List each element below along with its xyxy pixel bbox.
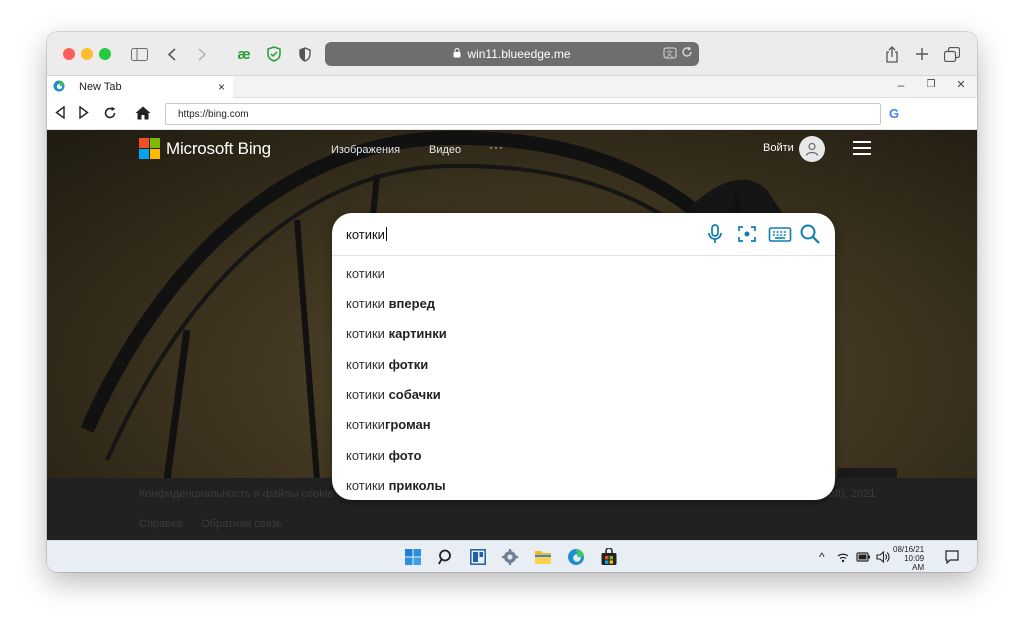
file-explorer-icon[interactable] (533, 547, 553, 567)
svg-text:文: 文 (666, 49, 673, 58)
nav-images-link[interactable]: Изображения (331, 144, 400, 156)
tabs-overview-icon[interactable] (943, 42, 961, 66)
search-box: котики котики котики вперед котики карти… (332, 213, 835, 500)
close-window-button[interactable] (63, 48, 75, 60)
suggestion-item[interactable]: котики вперед (346, 296, 435, 311)
copyright-text: oft), 2021 (829, 488, 876, 500)
volume-icon[interactable] (876, 550, 890, 566)
nav-row: https://bing.com G (47, 98, 977, 130)
suggestion-item[interactable]: котики (346, 266, 385, 281)
suggestion-item[interactable]: котики фотки (346, 357, 428, 372)
help-link[interactable]: Справка (139, 518, 182, 530)
privacy-link[interactable]: Конфиденциальность и файлы cookie (139, 488, 333, 500)
tab-close-icon[interactable]: × (218, 80, 225, 94)
avatar[interactable] (799, 136, 825, 162)
translate-icon[interactable]: 文 (663, 46, 677, 63)
notifications-icon[interactable] (945, 550, 959, 567)
suggestion-item[interactable]: котики приколы (346, 478, 446, 493)
tab-new-tab[interactable]: New Tab × (47, 76, 233, 98)
taskbar-search-icon[interactable] (436, 547, 456, 567)
bing-logo[interactable]: Microsoft Bing (139, 138, 271, 159)
tab-strip: New Tab × – ❐ ✕ (47, 76, 977, 98)
clock-ampm: AM (912, 563, 925, 572)
restore-icon[interactable]: ❐ (921, 79, 941, 90)
hamburger-menu-icon[interactable] (853, 141, 871, 159)
store-icon[interactable] (599, 547, 619, 567)
visual-search-icon[interactable] (736, 223, 758, 250)
feedback-link[interactable]: Обратная связь (201, 518, 282, 530)
search-divider (332, 255, 835, 256)
search-input[interactable]: котики (346, 227, 387, 242)
battery-icon[interactable] (855, 551, 871, 566)
address-bar[interactable]: win11.blueedge.me 文 (325, 42, 699, 66)
edge-icon (53, 80, 65, 95)
microsoft-logo-icon (139, 138, 160, 159)
suggestion-item[interactable]: котики фото (346, 448, 422, 463)
refresh-icon[interactable] (103, 106, 117, 120)
address-text: win11.blueedge.me (467, 47, 571, 61)
safari-toolbar: æ win11.blueedge.me 文 (47, 32, 977, 76)
safari-window: æ win11.blueedge.me 文 New Tab × – ❐ ✕ ht… (47, 32, 977, 572)
privacy-shield-icon[interactable] (297, 42, 313, 66)
forward-icon[interactable] (195, 42, 209, 66)
nav-more-icon[interactable]: ··· (489, 140, 504, 154)
sidebar-icon[interactable] (129, 42, 149, 66)
network-icon[interactable] (837, 551, 849, 566)
windows-taskbar: ^ 08/16/21 10:09 AM (47, 540, 977, 572)
back-icon[interactable] (165, 42, 179, 66)
tray-overflow-icon[interactable]: ^ (819, 550, 825, 564)
tab-title: New Tab (79, 81, 122, 93)
logo-text: Microsoft Bing (166, 138, 271, 158)
bing-page: Microsoft Bing Изображения Видео ··· Вой… (47, 130, 977, 540)
lock-icon (453, 47, 461, 61)
minimize-icon[interactable]: – (891, 78, 911, 92)
suggestion-item[interactable]: котики собачки (346, 387, 441, 402)
clock[interactable]: 08/16/21 10:09 AM (893, 545, 924, 572)
signin-link[interactable]: Войти (763, 142, 794, 154)
reload-icon[interactable] (681, 46, 693, 61)
close-icon[interactable]: ✕ (951, 78, 971, 91)
keyboard-icon[interactable] (768, 223, 792, 250)
suggestion-item[interactable]: котикигроман (346, 417, 431, 432)
forward-triangle-icon[interactable] (79, 106, 89, 119)
minimize-window-button[interactable] (81, 48, 93, 60)
url-field[interactable]: https://bing.com (165, 103, 881, 125)
settings-icon[interactable] (500, 547, 520, 567)
url-text: https://bing.com (178, 108, 249, 120)
new-tab-icon[interactable] (913, 42, 931, 66)
search-icon[interactable] (799, 223, 821, 250)
suggestion-item[interactable]: котики картинки (346, 326, 447, 341)
clock-date: 08/16/21 (893, 545, 925, 554)
extension-ae-icon[interactable]: æ (233, 42, 255, 66)
clock-time: 10:09 (904, 554, 925, 563)
microphone-icon[interactable] (706, 223, 724, 250)
google-icon[interactable]: G (889, 106, 899, 121)
maximize-window-button[interactable] (99, 48, 111, 60)
edge-taskbar-icon[interactable] (566, 547, 586, 567)
shield-check-icon[interactable] (265, 42, 283, 66)
search-input-value: котики (346, 227, 385, 242)
nav-video-link[interactable]: Видео (429, 144, 461, 156)
home-icon[interactable] (135, 106, 151, 120)
back-triangle-icon[interactable] (55, 106, 65, 119)
person-icon (805, 142, 819, 156)
task-view-icon[interactable] (468, 547, 488, 567)
share-icon[interactable] (883, 42, 901, 66)
windows-start-icon[interactable] (403, 547, 423, 567)
